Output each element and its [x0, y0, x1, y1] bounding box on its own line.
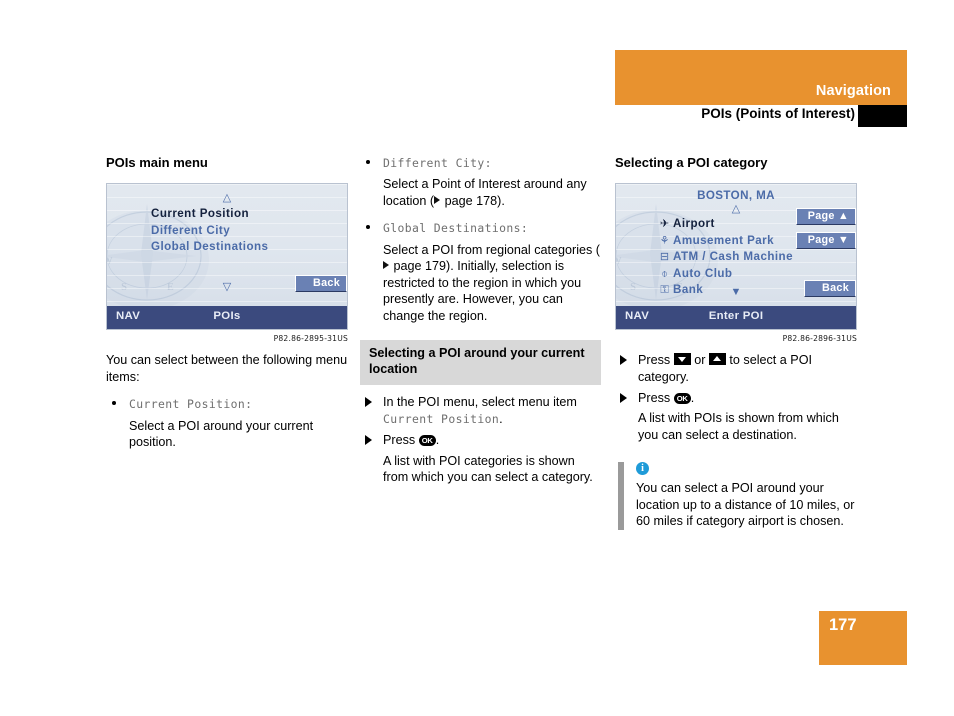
menu-item-current-position[interactable]: Current Position: [151, 206, 268, 223]
poi-menu-list: Current Position Different City Global D…: [151, 206, 268, 256]
footer-screen-label: Enter POI: [708, 310, 764, 323]
desc-post: page 179). Initially, selection is restr…: [383, 259, 582, 323]
back-button[interactable]: Back: [295, 275, 347, 293]
category-label: Auto Club: [673, 266, 733, 280]
page-ref-icon: [383, 261, 389, 270]
header-subtitle: POIs (Points of Interest): [701, 106, 855, 121]
category-item-airport[interactable]: ✈ Airport: [656, 216, 793, 233]
step-result-text: A list with POIs is shown from which you…: [638, 411, 839, 442]
screen-footer-bar: NAV POIs: [107, 306, 347, 330]
page-ref-icon: [434, 195, 441, 204]
figure-code-right: P82.86-2896-31US: [782, 334, 857, 344]
header-banner: Navigation: [615, 50, 907, 105]
ok-button-icon: OK: [673, 392, 691, 404]
down-arrow-key-icon: [673, 353, 691, 366]
screen-footer-bar: NAV Enter POI: [616, 306, 856, 330]
bullet-current-position-desc: Select a POI around your current positio…: [129, 418, 314, 450]
category-item-atm[interactable]: ⊟ ATM / Cash Machine: [656, 249, 793, 266]
menu-item-global-destinations[interactable]: Global Destinations: [151, 239, 268, 256]
screen-city-title: BOSTON, MA: [697, 189, 775, 203]
bullet-different-city: Different City:: [360, 155, 601, 171]
airport-icon: ✈: [659, 218, 670, 231]
step-text-post: .: [435, 432, 440, 447]
page-title-right: Selecting a POI category: [615, 155, 768, 170]
poi-main-menu-screenshot: S E W △ Current Position Different City …: [106, 183, 348, 331]
bullet-current-position: Current Position:: [106, 396, 348, 412]
step-press-arrows: Press or to select a POI category.: [615, 352, 857, 385]
desc-post: page 178).: [441, 193, 505, 208]
auto-club-icon: ⌽: [661, 267, 668, 280]
middle-column: Different City: Select a Point of Intere…: [360, 155, 601, 497]
up-arrow-key-icon: [708, 353, 726, 366]
thumb-index-tab: [858, 105, 907, 127]
note-accent-bar: [618, 462, 624, 530]
page-title-left: POIs main menu: [106, 155, 208, 170]
step-arrow-icon: [365, 434, 372, 445]
step-arrow-icon: [365, 397, 372, 408]
step-text-post: .: [690, 390, 695, 405]
category-item-amusement-park[interactable]: ⚘ Amusement Park: [656, 233, 793, 250]
page-up-button[interactable]: Page ▲: [796, 208, 856, 226]
svg-text:W: W: [106, 256, 113, 267]
bullet-global-destinations: Global Destinations:: [360, 220, 601, 236]
menu-item-different-city[interactable]: Different City: [151, 223, 268, 240]
header-title: Navigation: [815, 83, 891, 99]
left-column: POIs main menu S E W △ Current Position …: [106, 155, 348, 462]
info-icon: i: [636, 462, 649, 476]
page-number-block: 177: [819, 611, 907, 665]
page-number: 177: [829, 616, 857, 634]
bullet-global-destinations-desc: Select a POI from regional categories ( …: [360, 242, 601, 324]
category-item-auto-club[interactable]: ⌽ Auto Club: [656, 266, 793, 283]
step-arrow-icon: [620, 392, 627, 403]
step-text-mid: or: [690, 353, 709, 368]
step-text-pre: Press: [383, 432, 419, 447]
step-text-pre: In the POI menu, select menu item: [383, 395, 577, 410]
atm-icon: ⊟: [659, 251, 670, 264]
figure-code-left: P82.86-2895-31US: [273, 334, 348, 344]
bullet-dot: [366, 225, 370, 230]
svg-text:W: W: [615, 256, 622, 267]
desc-pre: Select a POI from regional categories (: [383, 242, 600, 257]
info-note: i You can select a POI around your locat…: [615, 462, 857, 530]
step-text-post: .: [499, 412, 503, 427]
back-button[interactable]: Back: [804, 280, 856, 298]
subsection-heading: Selecting a POI around your current loca…: [360, 340, 601, 386]
amusement-park-icon: ⚘: [659, 234, 670, 247]
step-result-text: A list with POI categories is shown from…: [383, 453, 593, 485]
step-select-menu-item: In the POI menu, select menu item Curren…: [360, 394, 601, 427]
intro-paragraph: You can select between the following men…: [106, 353, 348, 384]
bullet-dot: [366, 160, 370, 164]
right-column: Selecting a POI category S E W BOSTON, M…: [615, 155, 857, 530]
step-press-ok: Press OK.: [615, 390, 857, 407]
step-menu-item: Current Position: [383, 412, 500, 427]
category-label: ATM / Cash Machine: [673, 250, 793, 264]
step-press-ok: Press OK.: [360, 432, 601, 449]
ok-button-icon: OK: [418, 434, 436, 446]
note-text: You can select a POI around your locatio…: [636, 481, 855, 529]
page-down-button[interactable]: Page ▼: [796, 232, 856, 250]
bullet-term: Current Position:: [129, 397, 253, 412]
category-label: Airport: [673, 217, 715, 231]
bullet-different-city-desc: Select a Point of Interest around any lo…: [360, 176, 601, 209]
category-label: Amusement Park: [673, 233, 775, 247]
scroll-up-indicator: △: [222, 192, 232, 205]
step-text-pre: Press: [638, 390, 674, 405]
footer-screen-label: POIs: [213, 310, 241, 323]
bullet-dot: [112, 401, 116, 406]
step-arrow-icon: [620, 355, 627, 366]
bullet-term: Different City:: [383, 156, 492, 170]
poi-category-screenshot: S E W BOSTON, MA △ ✈ Airport ⚘ Amusement P…: [615, 183, 857, 331]
step-text-pre: Press: [638, 353, 674, 368]
bullet-term: Global Destinations:: [383, 221, 529, 236]
